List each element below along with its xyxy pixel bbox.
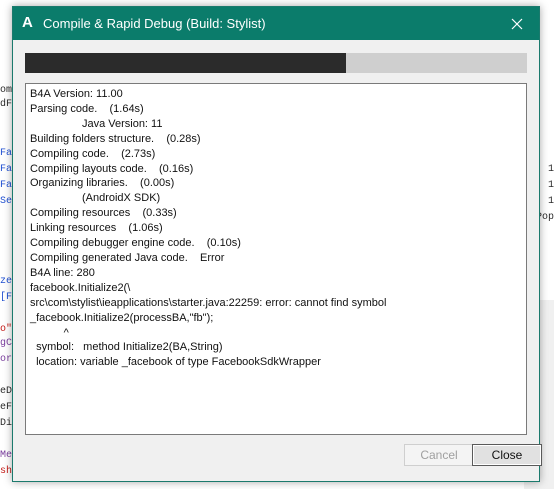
code-fragment: 1 — [547, 196, 554, 207]
code-fragment: [F — [0, 292, 13, 303]
log-line: Compiling layouts code. (0.16s) — [30, 162, 194, 175]
build-log-output[interactable]: B4A Version: 11.00 Parsing code. (1.64s) … — [25, 83, 527, 435]
compile-dialog: A Compile & Rapid Debug (Build: Stylist)… — [12, 6, 542, 482]
log-line: location: variable _facebook of type Fac… — [30, 356, 321, 369]
log-line: symbol: method Initialize2(BA,String) — [30, 341, 223, 354]
log-line: Compiling resources (0.33s) — [30, 207, 177, 220]
close-icon[interactable] — [495, 7, 539, 40]
log-line: Compiling code. (2.73s) — [30, 147, 156, 160]
log-line: Compiling generated Java code. Error — [30, 251, 225, 264]
dialog-titlebar[interactable]: A Compile & Rapid Debug (Build: Stylist) — [13, 7, 539, 40]
log-line: src\com\stylist\ieapplications\starter.j… — [30, 296, 387, 309]
log-line: facebook.Initialize2(\ — [30, 281, 131, 294]
code-fragment: 1 — [547, 180, 554, 191]
close-x-glyph — [511, 18, 523, 29]
close-button[interactable]: Close — [472, 444, 542, 466]
log-line: Compiling debugger engine code. (0.10s) — [30, 237, 241, 250]
progress-fill — [25, 53, 347, 73]
code-fragment: or — [0, 354, 13, 365]
log-line: Building folders structure. (0.28s) — [30, 132, 201, 145]
code-fragment: Se — [0, 196, 13, 207]
code-fragment: eD — [0, 386, 13, 397]
log-line: Parsing code. (1.64s) — [30, 102, 144, 115]
log-line: Java Version: 11 — [30, 117, 163, 130]
code-fragment: Fa — [0, 148, 13, 159]
code-fragment: om — [0, 85, 13, 96]
log-line: Organizing libraries. (0.00s) — [30, 177, 175, 190]
code-fragment: sh — [0, 466, 13, 477]
code-fragment: o" — [0, 324, 13, 335]
b4a-app-icon: A — [22, 14, 33, 31]
log-line: B4A Version: 11.00 — [30, 88, 123, 100]
dialog-title: Compile & Rapid Debug (Build: Stylist) — [43, 16, 266, 31]
log-line: _facebook.Initialize2(processBA,"fb"); — [30, 311, 214, 324]
code-fragment: ze — [0, 276, 13, 287]
code-fragment: Di — [0, 418, 13, 429]
code-fragment: Fa — [0, 164, 13, 175]
code-fragment: Fa — [0, 180, 13, 191]
code-fragment: dF — [0, 99, 13, 110]
code-fragment: Me — [0, 450, 13, 461]
log-line: ^ — [30, 326, 69, 339]
log-line: B4A line: 280 — [30, 266, 95, 279]
cancel-button[interactable]: Cancel — [404, 444, 474, 466]
code-fragment: gC — [0, 338, 13, 349]
log-line: (AndroidX SDK) — [30, 192, 161, 205]
code-fragment: eF — [0, 402, 13, 413]
progress-bar — [25, 53, 527, 73]
code-fragment: 1 — [547, 164, 554, 175]
log-line: Linking resources (1.06s) — [30, 222, 163, 235]
